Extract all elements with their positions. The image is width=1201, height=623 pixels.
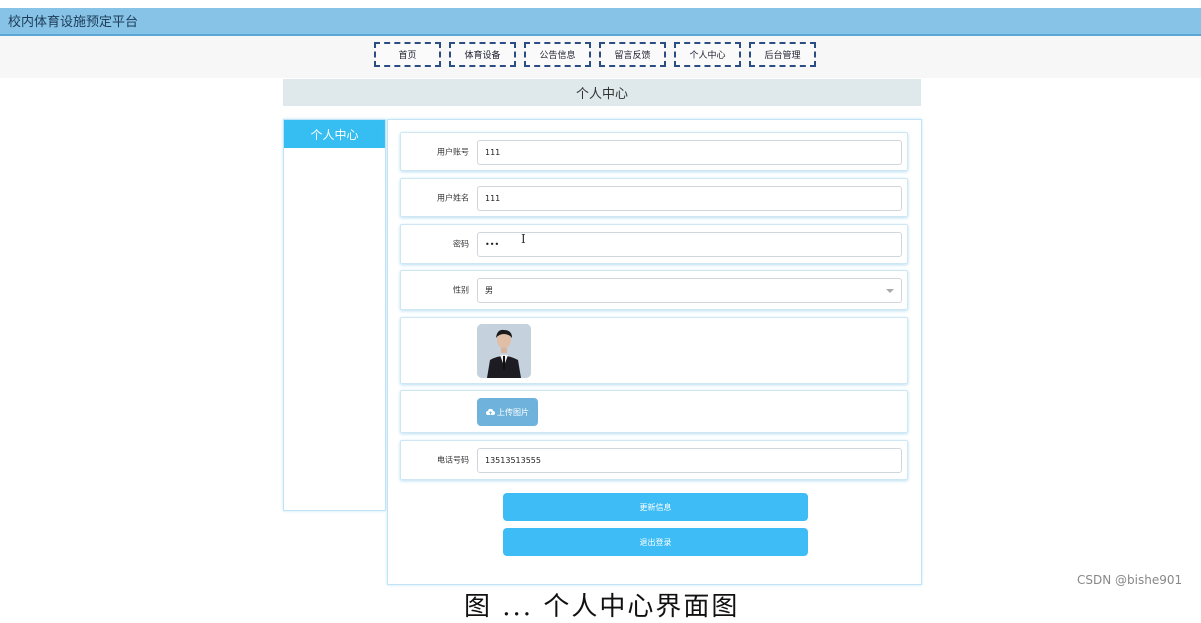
chevron-down-icon [886,289,894,293]
avatar [477,324,531,378]
account-label: 用户账号 [437,147,469,156]
nav-personal-center[interactable]: 个人中心 [674,42,741,67]
gender-label: 性别 [453,285,469,295]
main-nav: 首页 体育设备 公告信息 留言反馈 个人中心 后台管理 [374,42,816,67]
watermark: CSDN @bishe901 [1077,573,1183,587]
page-title: 个人中心 [283,79,921,106]
nav-announcements[interactable]: 公告信息 [524,42,591,67]
cloud-upload-icon [486,408,495,415]
upload-button-label: 上传图片 [497,407,529,417]
app-title: 校内体育设施预定平台 [8,15,139,30]
password-label: 密码 [453,239,469,249]
form-row-upload: 上传图片 [400,390,908,433]
upload-image-button[interactable]: 上传图片 [477,398,538,426]
sidebar-item-personal-center[interactable]: 个人中心 [284,120,385,148]
profile-form-panel: 用户账号 111 用户姓名 111 密码 ••• 性别 男 上传图片 电话号码 … [387,119,922,585]
form-row-password: 密码 ••• [400,224,908,264]
account-input[interactable]: 111 [477,140,902,165]
password-input[interactable]: ••• [477,232,902,257]
figure-caption: 图 ... 个人中心界面图 [464,592,740,622]
top-banner: 校内体育设施预定平台 [0,8,1201,36]
form-row-name: 用户姓名 111 [400,178,908,217]
update-info-button[interactable]: 更新信息 [503,493,808,521]
phone-input[interactable]: 13513513555 [477,448,902,473]
name-input[interactable]: 111 [477,186,902,211]
nav-home[interactable]: 首页 [374,42,441,67]
sidebar: 个人中心 [283,119,386,511]
form-row-phone: 电话号码 13513513555 [400,440,908,480]
text-cursor-icon: I [521,232,526,246]
form-row-account: 用户账号 111 [400,132,908,171]
nav-admin[interactable]: 后台管理 [749,42,816,67]
name-label: 用户姓名 [437,193,469,202]
form-row-gender: 性别 男 [400,270,908,310]
avatar-photo-icon [477,324,531,378]
gender-selected-value: 男 [485,286,493,295]
logout-button[interactable]: 退出登录 [503,528,808,556]
nav-sports-equipment[interactable]: 体育设备 [449,42,516,67]
form-row-avatar [400,317,908,384]
phone-label: 电话号码 [437,455,469,465]
gender-select[interactable]: 男 [477,278,902,303]
nav-feedback[interactable]: 留言反馈 [599,42,666,67]
